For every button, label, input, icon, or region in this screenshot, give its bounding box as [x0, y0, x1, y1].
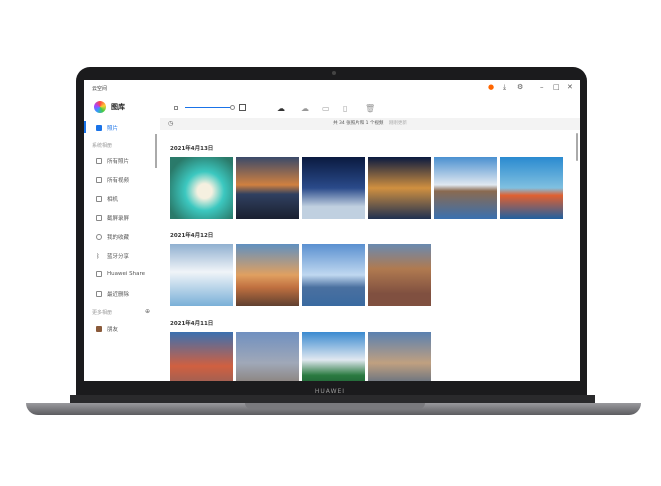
minimize-icon[interactable]: – [540, 83, 544, 91]
photo-thumbnail[interactable] [434, 157, 497, 219]
album-thumb [96, 326, 102, 332]
download-cloud-icon[interactable]: ☁ [301, 104, 309, 113]
sidebar-item[interactable]: 截屏录屏 [96, 214, 129, 222]
sidebar-item[interactable]: 相机 [96, 195, 118, 203]
photo-thumbnail[interactable] [236, 157, 299, 219]
photo-thumbnail[interactable] [170, 157, 233, 219]
camera-icon [96, 196, 102, 202]
settings-icon[interactable]: ⚙ [517, 83, 523, 91]
photo-thumbnail[interactable] [302, 332, 365, 381]
copy-icon[interactable]: ▯ [343, 104, 347, 113]
sidebar-item[interactable]: 所有照片 [96, 157, 129, 165]
status-updated: 刚刚更新 [388, 121, 407, 126]
photo-icon [96, 125, 102, 131]
sidebar: 图库 照片 系统相册 所有照片 所有视频 相机 截屏录屏 我的收藏 ᛒ 蓝牙分享 … [84, 96, 160, 381]
download-icon[interactable]: ⤓ [503, 83, 506, 92]
sidebar-item[interactable]: ᛒ 蓝牙分享 [96, 252, 129, 260]
section-more: 更多相册 [92, 310, 113, 316]
phone-icon [96, 215, 102, 221]
bluetooth-icon: ᛒ [96, 253, 100, 260]
sidebar-item[interactable]: Huawei Share [96, 271, 145, 277]
large-size-icon[interactable] [239, 104, 246, 111]
close-icon[interactable]: ✕ [567, 83, 573, 91]
photo-thumbnail[interactable] [368, 244, 431, 306]
section-system: 系统相册 [92, 143, 113, 149]
active-indicator [84, 121, 86, 133]
photo-thumbnail[interactable] [302, 157, 365, 219]
maximize-icon[interactable]: □ [553, 83, 560, 91]
app-name[interactable]: 图库 [111, 102, 125, 112]
photo-thumbnail[interactable] [236, 332, 299, 381]
photo-thumbnail[interactable] [170, 244, 233, 306]
sidebar-scrollbar[interactable] [155, 134, 157, 168]
upload-icon[interactable]: ☁ [277, 104, 285, 113]
slider-handle[interactable] [230, 105, 235, 110]
delete-icon[interactable]: 🗑 [365, 104, 375, 113]
photo-thumbnail[interactable] [302, 244, 365, 306]
status-summary: 共 34 张照片和 1 个视频 [333, 121, 384, 126]
photo-thumbnail[interactable] [236, 244, 299, 306]
sidebar-item[interactable]: 最近删除 [96, 290, 129, 298]
image-icon [96, 158, 102, 164]
clock-icon: ◷ [168, 120, 174, 127]
share-icon [96, 271, 102, 277]
gallery-logo-icon [94, 101, 106, 113]
sidebar-item[interactable]: 我的收藏 [96, 233, 129, 241]
video-icon [96, 177, 102, 183]
photo-thumbnail[interactable] [368, 332, 431, 381]
add-album-icon[interactable]: ⊕ [145, 308, 150, 315]
photo-thumbnail[interactable] [368, 157, 431, 219]
small-size-icon[interactable] [174, 106, 178, 110]
date-header: 2021年4月12日 [170, 233, 214, 239]
sidebar-item[interactable]: 朋友 [96, 325, 118, 333]
zoom-slider[interactable] [185, 107, 232, 108]
title-bar: 云空间 ● ⤓ ⚙ – □ ✕ [84, 80, 580, 96]
main-scrollbar[interactable] [576, 133, 578, 161]
app-window: 云空间 ● ⤓ ⚙ – □ ✕ 图库 照片 系统相册 所有照片 所有视频 相机 … [84, 80, 580, 381]
folder-icon[interactable]: ▭ [322, 104, 330, 113]
date-header: 2021年4月11日 [170, 321, 214, 327]
laptop-notch [245, 403, 425, 409]
camera [332, 71, 336, 75]
trash-icon [96, 291, 102, 297]
heart-icon [96, 234, 102, 240]
photo-thumbnail[interactable] [170, 332, 233, 381]
window-title: 云空间 [92, 86, 108, 92]
sidebar-item-photos[interactable]: 照片 [96, 124, 118, 132]
brand-label: HUAWEI [314, 388, 346, 395]
main-content: ☁ ☁ ▭ ▯ 🗑 ◷ 共 34 张照片和 1 个视频 刚刚更新 2021年4月… [160, 96, 580, 381]
date-header: 2021年4月13日 [170, 146, 214, 152]
status-bar: ◷ 共 34 张照片和 1 个视频 刚刚更新 [160, 118, 580, 130]
photo-thumbnail[interactable] [500, 157, 563, 219]
avatar-icon[interactable]: ● [488, 83, 494, 91]
sidebar-item[interactable]: 所有视频 [96, 176, 129, 184]
